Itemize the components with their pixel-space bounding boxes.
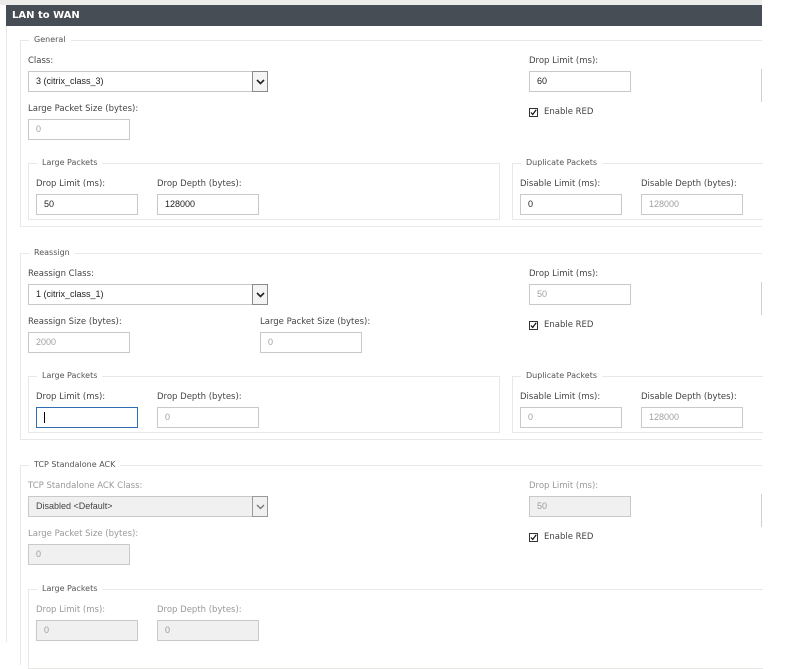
large-packets-legend: Large Packets — [37, 157, 103, 169]
lp-drop-limit-input[interactable]: 50 — [36, 194, 138, 215]
reassign-size-field: Reassign Size (bytes): 2000 — [28, 316, 130, 353]
dp-disable-depth-input[interactable]: 128000 — [641, 194, 743, 215]
reassign-dp-disable-limit-field: Disable Limit (ms): 0 — [520, 391, 622, 428]
panel-left-border — [6, 26, 7, 642]
clipped-field-edge — [761, 282, 762, 315]
clipped-field-edge — [761, 69, 762, 102]
chevron-down-icon[interactable] — [252, 284, 268, 305]
lp-drop-limit-label: Drop Limit (ms): — [36, 179, 106, 189]
tcp-drop-limit-input[interactable]: 50 — [529, 496, 631, 517]
reassign-large-packets-legend: Large Packets — [37, 370, 103, 382]
dp-disable-depth-field: Disable Depth (bytes): 128000 — [641, 178, 743, 215]
large-packet-size-label: Large Packet Size (bytes): — [28, 104, 139, 114]
reassign-lp-drop-depth-label: Drop Depth (bytes): — [157, 392, 242, 402]
tcp-enable-red-checkbox[interactable] — [529, 532, 538, 542]
large-packet-size-input[interactable]: 0 — [28, 119, 130, 140]
tcp-drop-limit-field: Drop Limit (ms): 50 — [529, 480, 631, 517]
reassign-size-input[interactable]: 2000 — [28, 332, 130, 353]
chevron-down-icon[interactable] — [252, 71, 268, 92]
enable-red-checkbox[interactable] — [529, 107, 538, 117]
reassign-lp-drop-depth-input[interactable]: 0 — [157, 407, 259, 428]
reassign-large-packet-size-field: Large Packet Size (bytes): 0 — [260, 316, 370, 353]
drop-limit-label: Drop Limit (ms): — [529, 56, 599, 66]
class-label: Class: — [28, 56, 54, 66]
lp-drop-depth-input[interactable]: 128000 — [157, 194, 259, 215]
tcp-lp-drop-limit-label: Drop Limit (ms): — [36, 605, 106, 615]
tcp-large-packets-legend: Large Packets — [37, 583, 103, 595]
reassign-dp-disable-depth-input[interactable]: 128000 — [641, 407, 743, 428]
duplicate-packets-legend: Duplicate Packets — [521, 157, 602, 169]
tcp-ack-class-value: Disabled <Default> — [36, 501, 113, 511]
tcp-ack-class-select[interactable]: Disabled <Default> — [28, 496, 268, 517]
tcp-drop-limit-label: Drop Limit (ms): — [529, 481, 599, 491]
reassign-lp-drop-limit-input[interactable] — [36, 407, 138, 428]
reassign-enable-red-label: Enable RED — [544, 320, 594, 330]
tcp-large-packet-size-label: Large Packet Size (bytes): — [28, 529, 139, 539]
large-packet-size-field: Large Packet Size (bytes): 0 — [28, 103, 138, 140]
reassign-drop-limit-input[interactable]: 50 — [529, 284, 631, 305]
class-select[interactable]: 3 (citrix_class_3) — [28, 71, 268, 92]
reassign-drop-limit-label: Drop Limit (ms): — [529, 269, 599, 279]
enable-red-label: Enable RED — [544, 107, 594, 117]
tcp-lp-drop-depth-field: Drop Depth (bytes): 0 — [157, 604, 259, 641]
class-field: Class: 3 (citrix_class_3) — [28, 55, 268, 92]
reassign-legend: Reassign — [29, 247, 75, 259]
large-packets-group: Large Packets Drop Limit (ms): 50 Drop D… — [28, 157, 500, 220]
tcp-lp-drop-limit-input[interactable]: 0 — [36, 620, 138, 641]
reassign-dp-disable-limit-label: Disable Limit (ms): — [520, 392, 601, 402]
dp-disable-depth-label: Disable Depth (bytes): — [641, 179, 737, 189]
tcp-lp-drop-limit-field: Drop Limit (ms): 0 — [36, 604, 138, 641]
tcp-ack-class-field: TCP Standalone ACK Class: Disabled <Defa… — [28, 480, 268, 517]
text-caret — [44, 412, 45, 424]
dp-disable-limit-field: Disable Limit (ms): 0 — [520, 178, 622, 215]
dp-disable-limit-input[interactable]: 0 — [520, 194, 622, 215]
reassign-class-label: Reassign Class: — [28, 269, 94, 279]
reassign-enable-red-row[interactable]: Enable RED — [529, 320, 593, 330]
reassign-size-label: Reassign Size (bytes): — [28, 317, 122, 327]
panel-title: LAN to WAN — [12, 10, 80, 21]
reassign-large-packet-size-label: Large Packet Size (bytes): — [260, 317, 371, 327]
reassign-dp-disable-depth-field: Disable Depth (bytes): 128000 — [641, 391, 743, 428]
reassign-lp-drop-limit-field: Drop Limit (ms): — [36, 391, 138, 428]
lp-drop-depth-field: Drop Depth (bytes): 128000 — [157, 178, 259, 215]
chevron-down-icon[interactable] — [252, 496, 268, 517]
reassign-dp-disable-limit-input[interactable]: 0 — [520, 407, 622, 428]
tcp-enable-red-row[interactable]: Enable RED — [529, 532, 593, 542]
reassign-enable-red-checkbox[interactable] — [529, 320, 538, 330]
duplicate-packets-group: Duplicate Packets Disable Limit (ms): 0 … — [512, 157, 763, 220]
enable-red-checkbox-row[interactable]: Enable RED — [529, 107, 593, 117]
reassign-large-packet-size-input[interactable]: 0 — [260, 332, 362, 353]
general-legend: General — [29, 34, 71, 46]
class-select-value: 3 (citrix_class_3) — [36, 76, 104, 86]
lp-drop-limit-field: Drop Limit (ms): 50 — [36, 178, 138, 215]
panel-header: LAN to WAN — [6, 5, 762, 26]
reassign-section: Reassign Reassign Class: 1 (citrix_class… — [20, 247, 763, 440]
tcp-ack-section: TCP Standalone ACK TCP Standalone ACK Cl… — [20, 459, 763, 669]
reassign-duplicate-packets-group: Duplicate Packets Disable Limit (ms): 0 … — [512, 370, 763, 433]
tcp-enable-red-label: Enable RED — [544, 532, 594, 542]
reassign-lp-drop-limit-label: Drop Limit (ms): — [36, 392, 106, 402]
tcp-large-packet-size-field: Large Packet Size (bytes): 0 — [28, 528, 138, 565]
lp-drop-depth-label: Drop Depth (bytes): — [157, 179, 242, 189]
drop-limit-input[interactable]: 60 — [529, 71, 631, 92]
drop-limit-field: Drop Limit (ms): 60 — [529, 55, 631, 92]
general-section: General Class: 3 (citrix_class_3) Large … — [20, 34, 763, 227]
reassign-lp-drop-depth-field: Drop Depth (bytes): 0 — [157, 391, 259, 428]
tcp-ack-class-label: TCP Standalone ACK Class: — [28, 481, 143, 491]
reassign-class-select[interactable]: 1 (citrix_class_1) — [28, 284, 268, 305]
tcp-lp-drop-depth-label: Drop Depth (bytes): — [157, 605, 242, 615]
reassign-large-packets-group: Large Packets Drop Limit (ms): Drop Dept… — [28, 370, 500, 433]
tcp-large-packets-group: Large Packets Drop Limit (ms): 0 Drop De… — [28, 583, 763, 669]
tcp-ack-legend: TCP Standalone ACK — [29, 459, 121, 471]
reassign-duplicate-packets-legend: Duplicate Packets — [521, 370, 602, 382]
dp-disable-limit-label: Disable Limit (ms): — [520, 179, 601, 189]
reassign-dp-disable-depth-label: Disable Depth (bytes): — [641, 392, 737, 402]
tcp-lp-drop-depth-input[interactable]: 0 — [157, 620, 259, 641]
reassign-class-field: Reassign Class: 1 (citrix_class_1) — [28, 268, 268, 305]
tcp-large-packet-size-input[interactable]: 0 — [28, 544, 130, 565]
reassign-class-value: 1 (citrix_class_1) — [36, 289, 104, 299]
reassign-drop-limit-field: Drop Limit (ms): 50 — [529, 268, 631, 305]
clipped-field-edge — [761, 494, 762, 527]
